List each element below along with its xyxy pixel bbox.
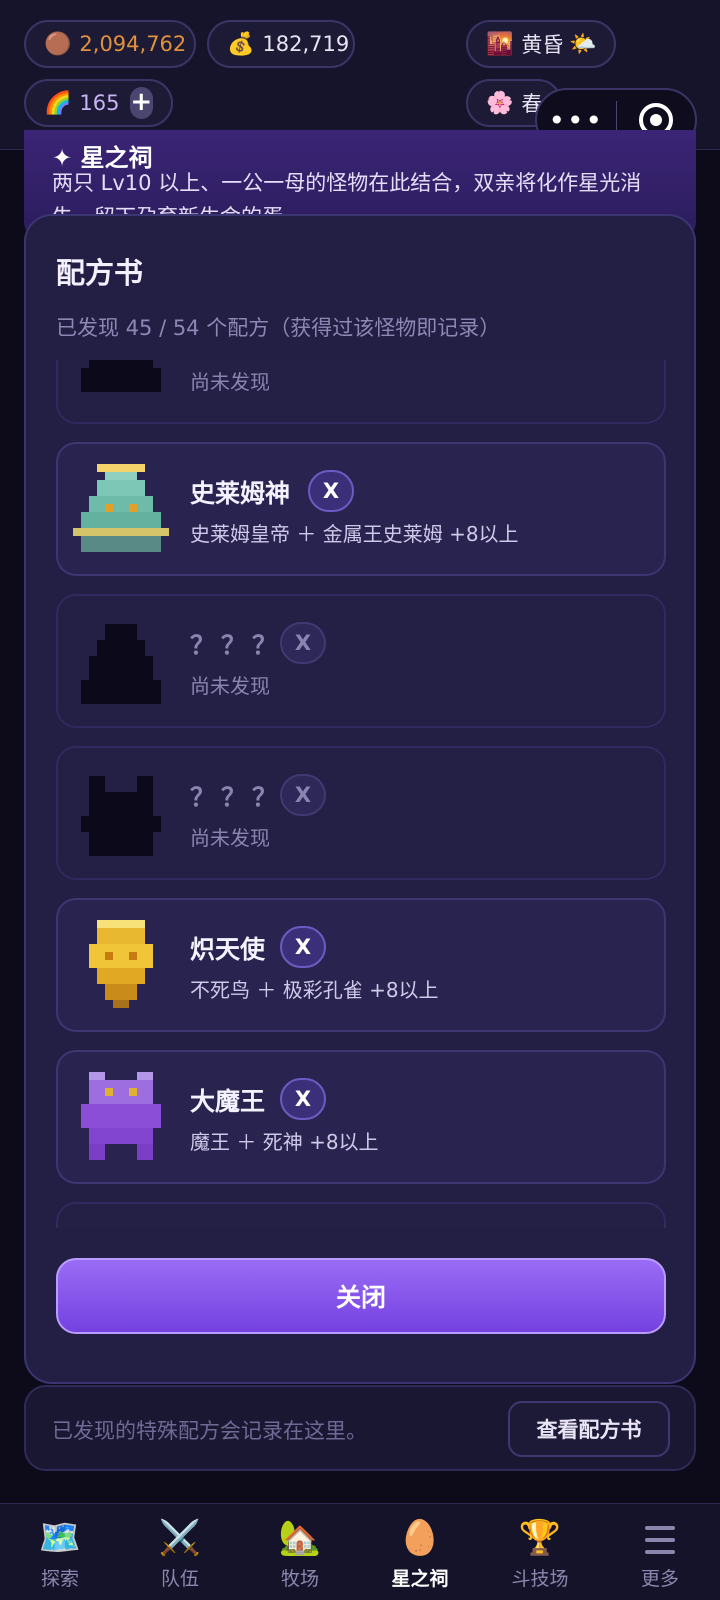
x-badge: X bbox=[308, 470, 354, 512]
recipe-item[interactable]: 大魔王 X 魔王 ＋ 死神 +8以上 bbox=[56, 1050, 666, 1184]
info-text: 已发现的特殊配方会记录在这里。 bbox=[52, 1419, 367, 1443]
time-of-day: 🌇 黄昏 🌤️ bbox=[466, 20, 616, 68]
bottom-nav: 🗺️ 探索 ⚔️ 队伍 🏡 牧场 🥚 星之祠 🏆 斗技场 更多 bbox=[0, 1503, 720, 1600]
menu-icon bbox=[645, 1526, 675, 1554]
gold-currency: 💰 182,719 bbox=[207, 20, 355, 68]
money-bag-icon: 💰 bbox=[227, 31, 255, 57]
nav-label: 牧场 bbox=[280, 1568, 319, 1590]
sunset-icon: 🌇 bbox=[486, 31, 514, 57]
x-badge: X bbox=[280, 926, 326, 968]
recipe-list[interactable]: X 尚未发现 史莱姆神 X 史莱姆皇帝 ＋ 金属王史莱姆 +8以上 bbox=[26, 360, 694, 1228]
close-button[interactable]: 关闭 bbox=[56, 1258, 666, 1334]
nav-label: 探索 bbox=[40, 1568, 79, 1590]
recipe-formula: 尚未发现 bbox=[190, 826, 270, 850]
recipe-name: 史莱姆神 bbox=[190, 479, 291, 508]
recipe-name: 大魔王 bbox=[190, 1087, 266, 1116]
recipe-formula: 尚未发现 bbox=[190, 370, 270, 394]
recipe-name: 炽天使 bbox=[190, 935, 266, 964]
modal-title: 配方书 bbox=[56, 256, 144, 290]
x-badge: X bbox=[280, 622, 326, 664]
copper-value: 2,094,762 bbox=[79, 32, 187, 56]
x-badge: X bbox=[280, 1078, 326, 1120]
recipe-item[interactable]: 炽天使 X 不死鸟 ＋ 极彩孔雀 +8以上 bbox=[56, 898, 666, 1032]
recipe-formula: 魔王 ＋ 死神 +8以上 bbox=[190, 1130, 379, 1154]
house-icon: 🏡 bbox=[278, 1518, 322, 1558]
nav-label: 更多 bbox=[640, 1568, 679, 1590]
nav-label: 队伍 bbox=[160, 1568, 199, 1590]
recipe-info-strip: 已发现的特殊配方会记录在这里。 查看配方书 bbox=[24, 1385, 696, 1471]
recipe-formula: 史莱姆皇帝 ＋ 金属王史莱姆 +8以上 bbox=[190, 522, 519, 546]
recipe-count: 已发现 45 / 54 个配方（获得过该怪物即记录） bbox=[56, 316, 501, 340]
recipe-formula: 尚未发现 bbox=[190, 674, 270, 698]
gold-value: 182,719 bbox=[262, 32, 350, 56]
unknown-monster-silhouette bbox=[81, 624, 161, 704]
nav-label: 星之祠 bbox=[391, 1568, 449, 1590]
nav-more[interactable]: 更多 bbox=[600, 1504, 720, 1600]
unknown-monster-silhouette bbox=[72, 1224, 170, 1228]
recipe-formula: 不死鸟 ＋ 极彩孔雀 +8以上 bbox=[190, 978, 439, 1002]
unknown-monster-silhouette bbox=[81, 360, 161, 392]
trophy-icon: 🏆 bbox=[518, 1518, 562, 1558]
slime-god-sprite bbox=[73, 464, 169, 552]
recipe-item[interactable]: 史莱姆神 X 史莱姆皇帝 ＋ 金属王史莱姆 +8以上 bbox=[56, 442, 666, 576]
recipe-name: ？？？ bbox=[190, 783, 284, 812]
rainbow-currency: 🌈 165 + bbox=[24, 79, 173, 127]
map-icon: 🗺️ bbox=[38, 1518, 82, 1558]
demon-lord-sprite bbox=[81, 1072, 161, 1160]
rainbow-value: 165 bbox=[79, 91, 120, 115]
top-status-bar: 🟤 2,094,762 💰 182,719 🌇 黄昏 🌤️ 🌈 165 + 🌸 … bbox=[0, 0, 720, 152]
add-rainbow-button[interactable]: + bbox=[129, 87, 153, 119]
unknown-monster-silhouette bbox=[81, 776, 161, 856]
x-badge: X bbox=[280, 774, 326, 816]
nav-shrine[interactable]: 🥚 星之祠 bbox=[360, 1504, 480, 1600]
egg-icon: 🥚 bbox=[398, 1518, 442, 1558]
nav-label: 斗技场 bbox=[511, 1568, 569, 1590]
recipe-item[interactable]: ？？？ X 尚未发现 bbox=[56, 746, 666, 880]
nav-arena[interactable]: 🏆 斗技场 bbox=[480, 1504, 600, 1600]
recipe-item[interactable]: X 尚未发现 bbox=[56, 360, 666, 424]
recipe-item[interactable]: ？？？ X 尚未发现 bbox=[56, 594, 666, 728]
time-label: 黄昏 bbox=[521, 33, 564, 57]
recipe-name: ？？？ bbox=[190, 631, 284, 660]
seraph-sprite bbox=[89, 920, 153, 1008]
copper-currency: 🟤 2,094,762 bbox=[24, 20, 196, 68]
nav-explore[interactable]: 🗺️ 探索 bbox=[0, 1504, 120, 1600]
copper-coin-icon: 🟤 bbox=[44, 31, 72, 57]
recipe-book-modal: 配方书 已发现 45 / 54 个配方（获得过该怪物即记录） X 尚未发现 bbox=[24, 214, 696, 1384]
crossed-swords-icon: ⚔️ bbox=[158, 1518, 202, 1558]
sun-behind-cloud-icon: 🌤️ bbox=[569, 31, 597, 57]
nav-team[interactable]: ⚔️ 队伍 bbox=[120, 1504, 240, 1600]
cherry-blossom-icon: 🌸 bbox=[486, 90, 514, 116]
recipe-item[interactable]: ？？？ X bbox=[56, 1202, 666, 1228]
view-recipe-book-button[interactable]: 查看配方书 bbox=[508, 1401, 670, 1457]
rainbow-icon: 🌈 bbox=[44, 90, 72, 116]
nav-ranch[interactable]: 🏡 牧场 bbox=[240, 1504, 360, 1600]
